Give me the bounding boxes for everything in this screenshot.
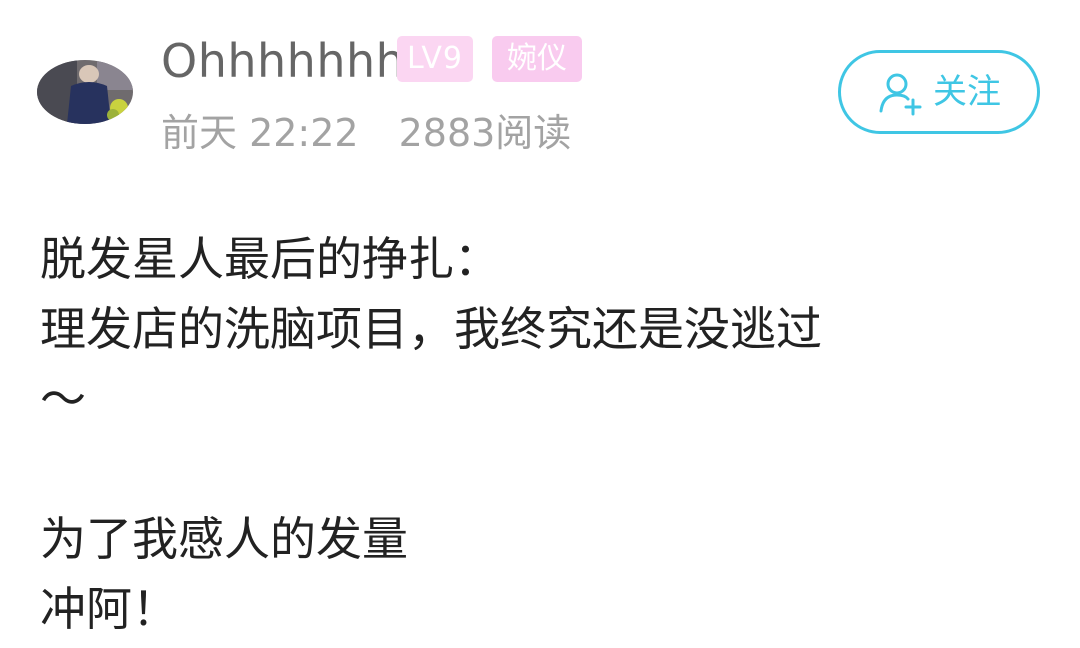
avatar-photo-icon xyxy=(37,60,133,124)
follow-label: 关注 xyxy=(933,72,1001,112)
post-line: 脱发星人最后的挣扎： xyxy=(40,232,500,286)
post-line: 为了我感人的发量 xyxy=(40,512,408,566)
title-badge: 婉仪 xyxy=(492,36,582,82)
follow-button[interactable]: 关注 xyxy=(838,50,1040,134)
read-count: 2883阅读 xyxy=(398,111,572,155)
avatar[interactable] xyxy=(37,60,133,124)
post-card: Ohhhhhhh LV9 婉仪 前天 22:22 2883阅读 关注 脱发星人最后… xyxy=(0,0,1080,648)
post-line: 理发店的洗脑项目，我终究还是没逃过 xyxy=(40,302,822,356)
post-line: ～ xyxy=(40,372,86,426)
add-user-icon xyxy=(879,73,922,116)
post-body: 脱发星人最后的挣扎： 理发店的洗脑项目，我终究还是没逃过 ～ 为了我感人的发量 … xyxy=(40,224,1050,644)
level-badge: LV9 xyxy=(397,36,473,82)
username[interactable]: Ohhhhhhh xyxy=(161,30,405,92)
post-meta: 前天 22:22 2883阅读 xyxy=(161,108,571,158)
post-line: 冲阿！ xyxy=(40,582,178,636)
post-time: 前天 22:22 xyxy=(161,111,359,155)
